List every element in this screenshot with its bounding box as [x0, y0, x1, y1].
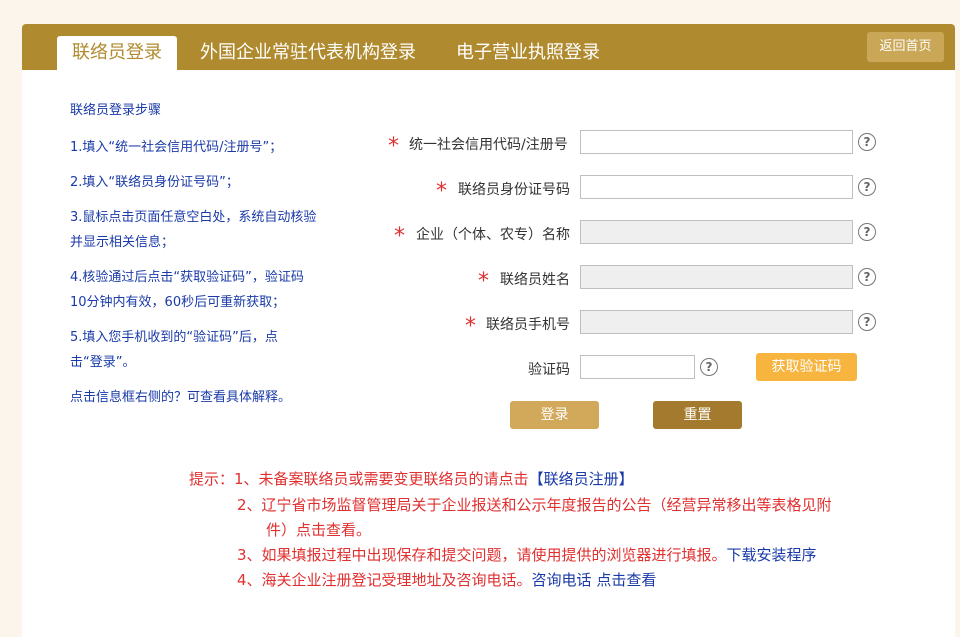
get-code-button[interactable]: 获取验证码: [756, 353, 857, 381]
required-star: *: [394, 224, 405, 249]
help-icon[interactable]: ?: [858, 178, 876, 196]
help-icon[interactable]: ?: [858, 313, 876, 331]
step-3b: 并显示相关信息；: [70, 235, 175, 250]
required-star: *: [465, 314, 476, 339]
tips-line-3: 3、如果填报过程中出现保存和提交问题，请使用提供的浏览器进行填报。下载安装程序: [237, 542, 817, 568]
tips-prefix: 提示：: [189, 470, 235, 488]
credit-code-label: 统一社会信用代码/注册号: [409, 137, 568, 153]
help-icon[interactable]: ?: [858, 223, 876, 241]
id-number-label: 联络员身份证号码: [458, 182, 570, 198]
verify-code-input[interactable]: [580, 355, 695, 379]
required-star: *: [478, 269, 489, 294]
steps-title: 联络员登录步骤: [70, 103, 162, 118]
tip-4-text: 4、海关企业注册登记受理地址及咨询电话。: [237, 571, 532, 589]
login-button[interactable]: 登录: [510, 401, 599, 429]
step-5a: 5.填入您手机收到的“验证码”后，点: [70, 330, 278, 345]
consult-phone-link[interactable]: 咨询电话 点击查看: [532, 571, 657, 589]
step-2: 2.填入“联络员身份证号码”；: [70, 175, 239, 190]
steps-note: 点击信息框右侧的？可查看具体解释。: [70, 390, 292, 405]
verify-code-label: 验证码: [528, 362, 570, 378]
tab-liaison-login[interactable]: 联络员登录: [57, 36, 177, 70]
register-link[interactable]: 【联络员注册】: [529, 470, 634, 488]
credit-code-input[interactable]: [580, 130, 853, 154]
required-star: *: [388, 134, 399, 159]
tip-3-text: 3、如果填报过程中出现保存和提交问题，请使用提供的浏览器进行填报。: [237, 546, 727, 564]
id-number-input[interactable]: [580, 175, 853, 199]
company-name-label: 企业（个体、农专）名称: [416, 227, 570, 243]
required-star: *: [436, 179, 447, 204]
tip-2a[interactable]: 2、辽宁省市场监督管理局关于企业报送和公示年度报告的公告（经营异常移出等表格见附: [237, 492, 832, 518]
liaison-phone-label: 联络员手机号: [486, 317, 570, 333]
tip-2b[interactable]: 件）点击查看。: [266, 517, 371, 543]
step-4b: 10分钟内有效，60秒后可重新获取；: [70, 295, 286, 310]
step-5b: 击“登录”。: [70, 355, 136, 370]
download-link[interactable]: 下载安装程序: [727, 546, 817, 564]
help-icon[interactable]: ?: [858, 268, 876, 286]
step-3a: 3.鼠标点击页面任意空白处，系统自动核验: [70, 210, 317, 225]
tab-bar: 联络员登录 外国企业常驻代表机构登录 电子营业执照登录 返回首页: [22, 24, 955, 70]
step-4a: 4.核验通过后点击“获取验证码”，验证码: [70, 270, 304, 285]
liaison-phone-input: [580, 310, 853, 334]
step-1: 1.填入“统一社会信用代码/注册号”；: [70, 140, 283, 155]
tip-1-text: 1、未备案联络员或需要变更联络员的请点击: [234, 470, 529, 488]
tips-line-4: 4、海关企业注册登记受理地址及咨询电话。咨询电话 点击查看: [237, 567, 656, 593]
liaison-name-label: 联络员姓名: [500, 272, 570, 288]
tab-foreign-rep-login[interactable]: 外国企业常驻代表机构登录: [200, 36, 416, 70]
tab-e-license-login[interactable]: 电子营业执照登录: [456, 36, 600, 70]
reset-button[interactable]: 重置: [653, 401, 742, 429]
liaison-name-input: [580, 265, 853, 289]
back-home-button[interactable]: 返回首页: [867, 32, 944, 62]
company-name-input: [580, 220, 853, 244]
help-icon[interactable]: ?: [700, 358, 718, 376]
help-icon[interactable]: ?: [858, 133, 876, 151]
tips-line-1: 提示：1、未备案联络员或需要变更联络员的请点击【联络员注册】: [189, 466, 634, 492]
